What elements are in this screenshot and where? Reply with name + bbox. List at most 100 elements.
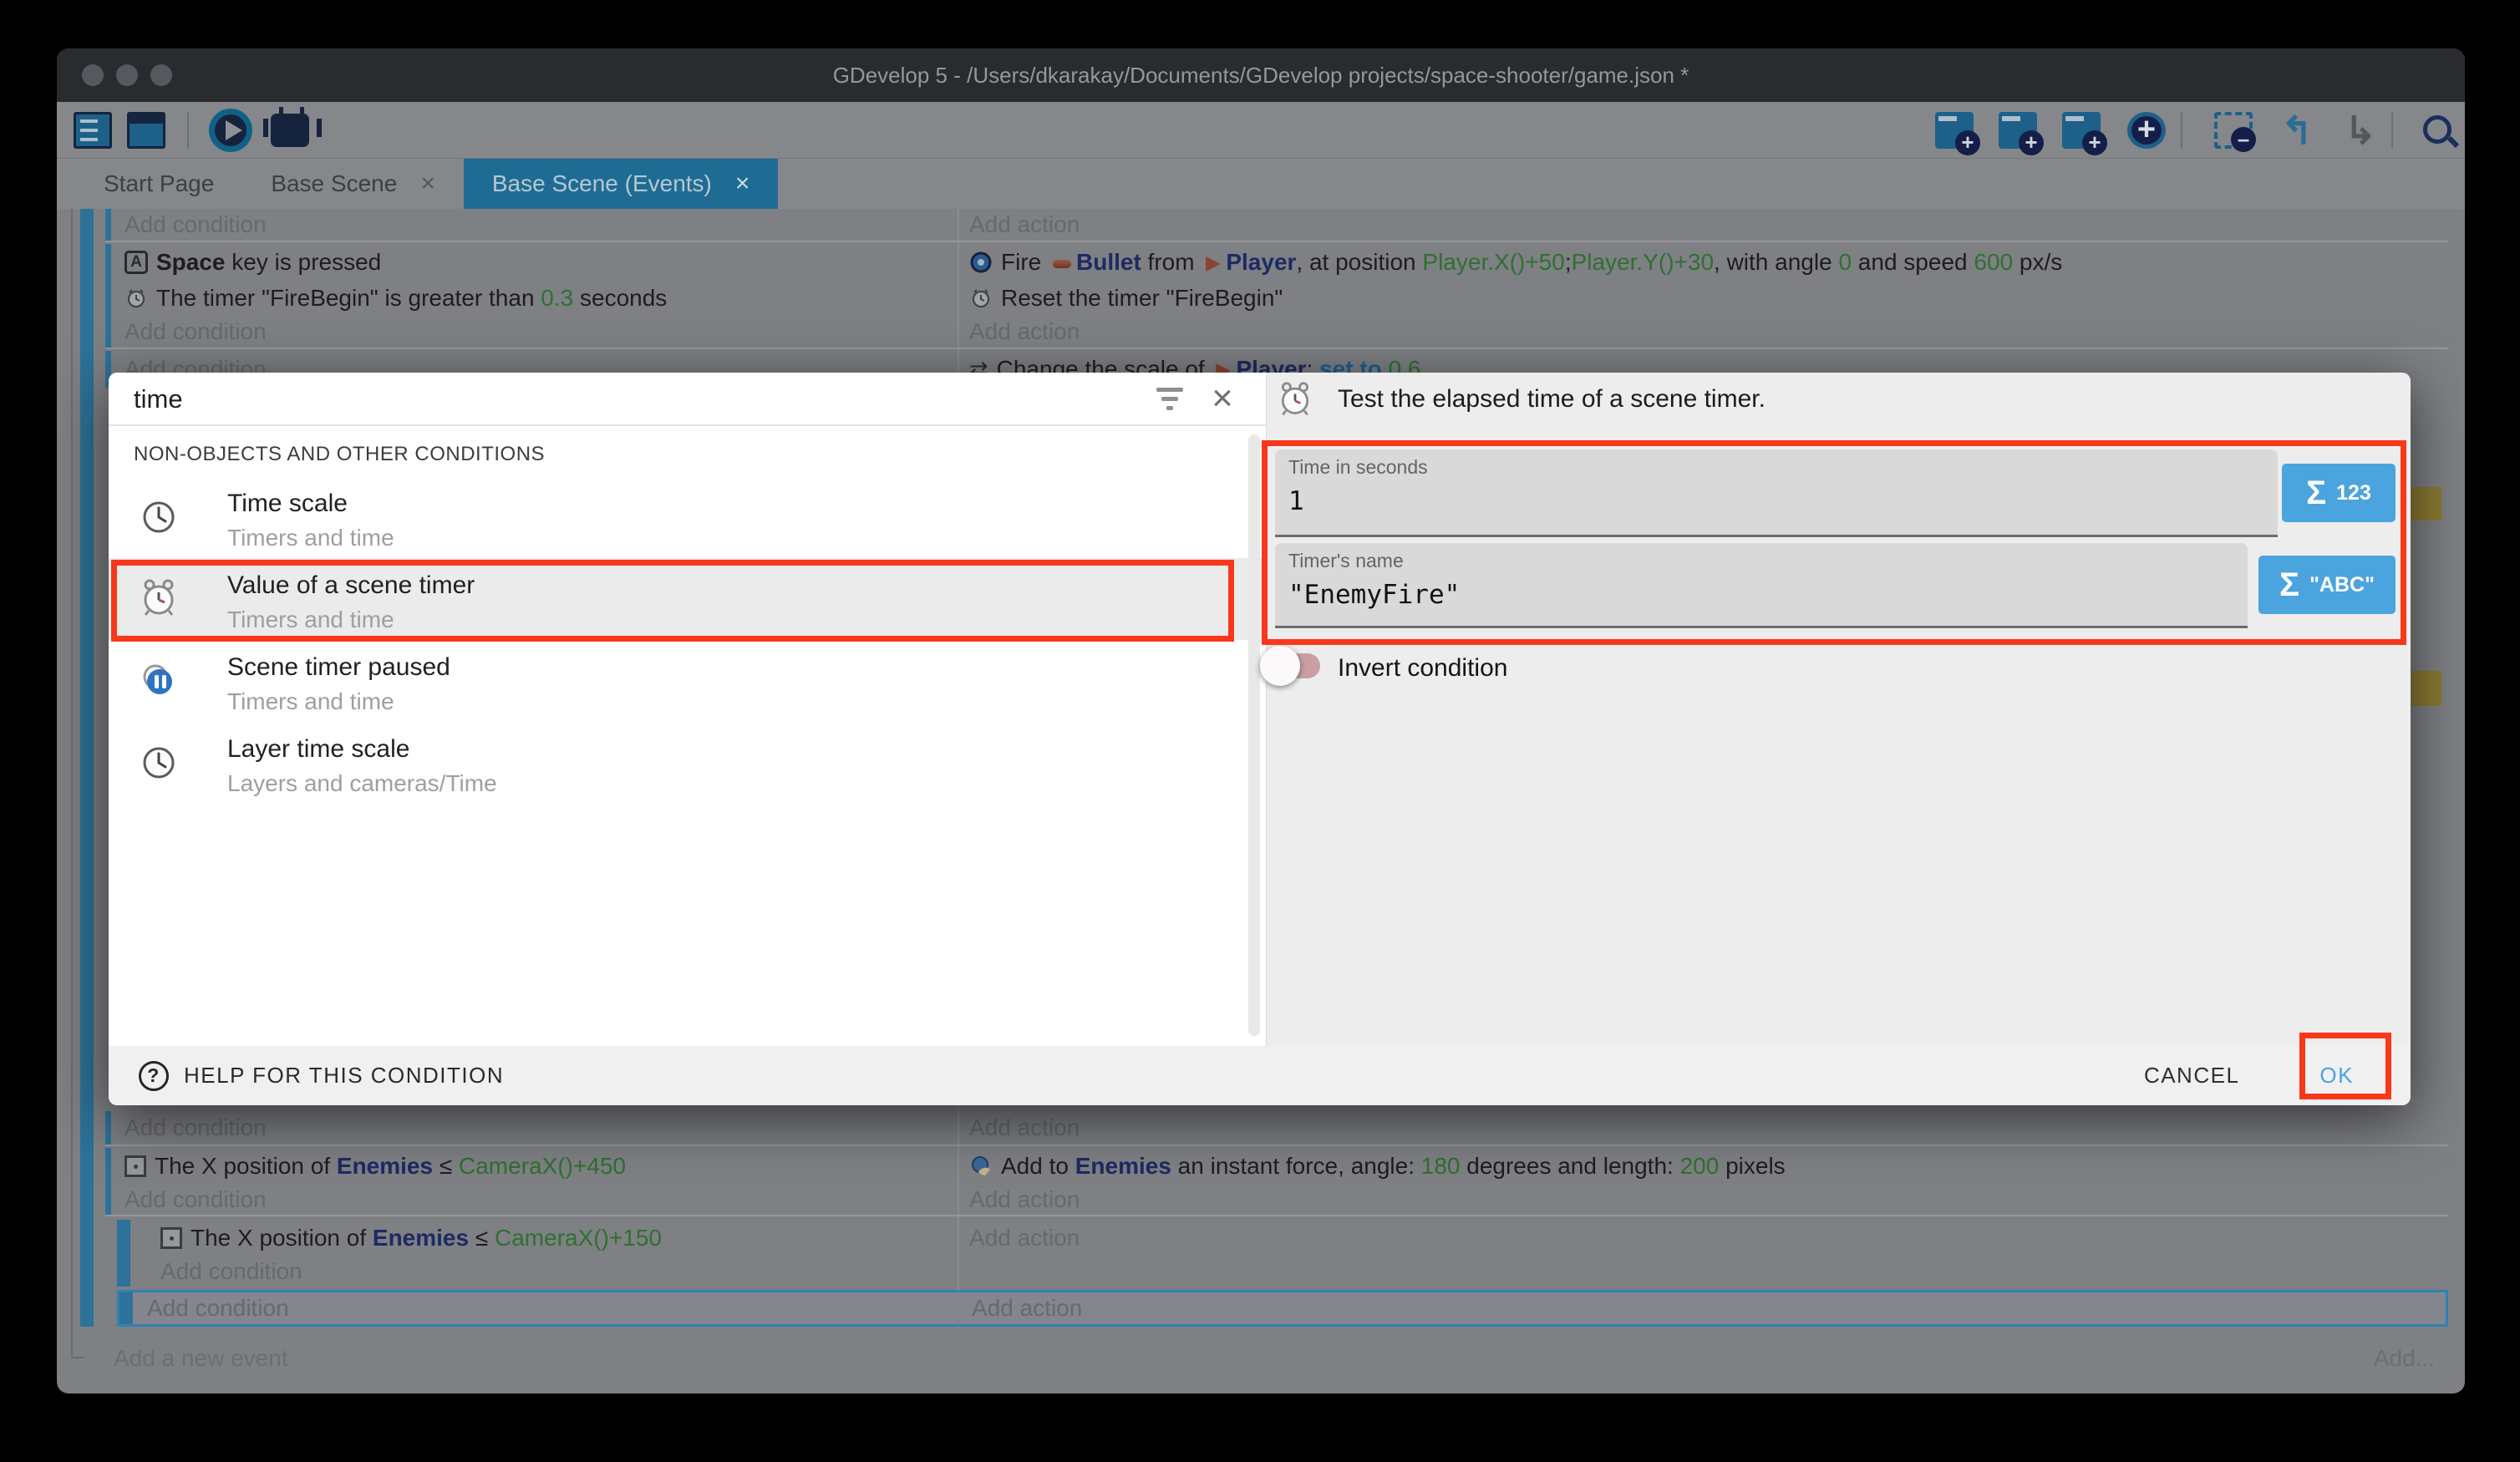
item-subtitle: Timers and time	[227, 607, 394, 633]
add-condition-link[interactable]: Add condition	[124, 316, 948, 348]
timer-name-field[interactable]: Timer's name "EnemyFire"	[1275, 543, 2248, 628]
add-event-icon[interactable]	[1935, 112, 1974, 149]
condition-item-scene-timer-paused[interactable]: Scene timer paused Timers and time	[109, 640, 1266, 722]
section-header: NON-OBJECTS AND OTHER CONDITIONS	[134, 443, 545, 466]
add-condition-link[interactable]: Add condition	[160, 1256, 948, 1287]
condition-description: Test the elapsed time of a scene timer.	[1338, 373, 1766, 426]
expression-builder-string-button[interactable]: Σ "ABC"	[2258, 556, 2396, 614]
tab-start-page[interactable]: Start Page	[75, 159, 242, 209]
close-tab-icon[interactable]: ×	[735, 170, 750, 198]
debug-icon[interactable]	[271, 114, 309, 147]
item-title: Layer time scale	[227, 735, 409, 764]
window-title: GDevelop 5 - /Users/dkarakay/Documents/G…	[833, 63, 1689, 89]
selected-event-row[interactable]: Add condition Add action	[117, 1290, 2448, 1327]
condition-x-position-150[interactable]: The X position of Enemies ≤ CameraX()+15…	[160, 1220, 948, 1256]
search-row: ×	[109, 373, 1266, 426]
item-subtitle: Layers and cameras/Time	[227, 770, 497, 797]
add-action-link[interactable]: Add action	[969, 1220, 2428, 1256]
condition-item-time-scale[interactable]: Time scale Timers and time	[109, 476, 1266, 558]
add-subevent-icon[interactable]	[1999, 112, 2037, 149]
pause-timer-icon	[139, 660, 179, 700]
item-subtitle: Timers and time	[227, 525, 394, 551]
condition-item-value-scene-timer[interactable]: Value of a scene timer Timers and time	[109, 558, 1266, 640]
add-new-icon[interactable]: +	[2127, 112, 2166, 149]
add-comment-icon[interactable]	[2062, 112, 2101, 149]
event-row: Add condition Add action	[105, 1185, 2448, 1215]
add-new-event-link[interactable]: Add a new event	[114, 1345, 288, 1372]
scene-editor-icon[interactable]	[127, 112, 165, 149]
redo-icon[interactable]: ↳	[2341, 112, 2380, 149]
field-value: "EnemyFire"	[1288, 580, 1460, 610]
cancel-button[interactable]: CANCEL	[2144, 1063, 2239, 1089]
item-title: Value of a scene timer	[227, 571, 475, 600]
force-hand-icon	[969, 1155, 993, 1178]
ship-icon	[1206, 256, 1221, 272]
close-window-button[interactable]	[82, 64, 104, 86]
condition-space-pressed[interactable]: A Space key is pressed	[124, 244, 948, 281]
event-row: Add condition Add action	[105, 209, 2448, 241]
item-title: Time scale	[227, 490, 348, 518]
tab-label: Start Page	[104, 170, 214, 197]
add-condition-link[interactable]: Add condition	[147, 1292, 949, 1324]
sub-event-row[interactable]: The X position of Enemies ≤ CameraX()+15…	[105, 1220, 2448, 1256]
play-icon[interactable]	[209, 109, 252, 152]
add-condition-link[interactable]: Add condition	[124, 209, 948, 241]
item-subtitle: Timers and time	[227, 688, 394, 715]
add-condition-link[interactable]: Add condition	[124, 1185, 948, 1215]
event-row[interactable]: The X position of Enemies ≤ CameraX()+45…	[105, 1148, 2448, 1185]
maximize-window-button[interactable]	[150, 64, 172, 86]
sigma-icon: Σ	[2279, 566, 2299, 604]
add-action-link[interactable]: Add action	[969, 209, 2428, 241]
field-value: 1	[1288, 486, 1304, 516]
project-manager-icon[interactable]	[74, 112, 112, 149]
add-more-link[interactable]: Add...	[2374, 1345, 2435, 1372]
time-in-seconds-field[interactable]: Time in seconds 1	[1275, 449, 2278, 537]
tab-label: Base Scene	[271, 170, 397, 197]
timer-icon	[969, 287, 993, 310]
clock-icon	[139, 496, 179, 536]
toolbar-separator	[2181, 112, 2182, 149]
add-action-link[interactable]: Add action	[969, 316, 2428, 348]
condition-text: The X position of Enemies ≤ CameraX()+45…	[155, 1153, 626, 1180]
action-add-force[interactable]: Add to Enemies an instant force, angle: …	[969, 1148, 2428, 1185]
delete-event-icon[interactable]	[2214, 112, 2253, 149]
list-scrollbar-thumb[interactable]	[1248, 434, 1260, 1036]
event-row[interactable]: The timer "FireBegin" is greater than 0.…	[105, 281, 2448, 316]
minimize-window-button[interactable]	[116, 64, 138, 86]
close-tab-icon[interactable]: ×	[420, 170, 435, 198]
fire-bullet-icon	[969, 251, 993, 274]
condition-timer-firebegin[interactable]: The timer "FireBegin" is greater than 0.…	[124, 281, 948, 316]
condition-x-position-450[interactable]: The X position of Enemies ≤ CameraX()+45…	[124, 1148, 948, 1185]
title-bar: GDevelop 5 - /Users/dkarakay/Documents/G…	[57, 48, 2465, 102]
close-dialog-icon[interactable]: ×	[1202, 374, 1243, 423]
condition-item-layer-time-scale[interactable]: Layer time scale Layers and cameras/Time	[109, 722, 1266, 804]
button-label: 123	[2336, 481, 2371, 505]
filter-icon[interactable]	[1155, 386, 1185, 413]
add-condition-link[interactable]: Add condition	[124, 1111, 948, 1145]
search-icon[interactable]	[2423, 115, 2451, 144]
event-tree-line	[71, 209, 73, 1357]
help-label: HELP FOR THIS CONDITION	[184, 1063, 504, 1089]
tab-label: Base Scene (Events)	[492, 170, 712, 197]
help-button[interactable]: ? HELP FOR THIS CONDITION	[139, 1061, 504, 1091]
condition-text: Space key is pressed	[156, 249, 381, 276]
action-fire-bullet[interactable]: Fire Bullet from Player, at position Pla…	[969, 244, 2428, 281]
event-row[interactable]: A Space key is pressed Fire Bullet from …	[105, 244, 2448, 281]
invert-condition-toggle-thumb[interactable]	[1260, 646, 1300, 686]
tab-base-scene-events[interactable]: Base Scene (Events) ×	[464, 159, 779, 209]
event-row: Add condition Add action	[105, 1111, 2448, 1145]
screenshot-root: GDevelop 5 - /Users/dkarakay/Documents/G…	[0, 0, 2520, 1462]
field-label: Timer's name	[1288, 550, 1404, 572]
add-new-event-row[interactable]: Add a new event Add...	[114, 1333, 2448, 1383]
tab-base-scene[interactable]: Base Scene ×	[242, 159, 464, 209]
condition-search-input[interactable]	[134, 379, 1120, 419]
dialog-footer: ? HELP FOR THIS CONDITION CANCEL OK	[109, 1046, 2411, 1105]
add-action-link[interactable]: Add action	[969, 1111, 2428, 1145]
action-reset-timer[interactable]: Reset the timer "FireBegin"	[969, 281, 2428, 316]
undo-icon[interactable]: ↰	[2278, 112, 2316, 149]
add-action-link[interactable]: Add action	[972, 1292, 2429, 1324]
field-label: Time in seconds	[1288, 456, 1428, 479]
expression-builder-number-button[interactable]: Σ 123	[2282, 464, 2396, 522]
ok-button[interactable]: OK	[2319, 1063, 2354, 1089]
add-action-link[interactable]: Add action	[969, 1185, 2428, 1215]
